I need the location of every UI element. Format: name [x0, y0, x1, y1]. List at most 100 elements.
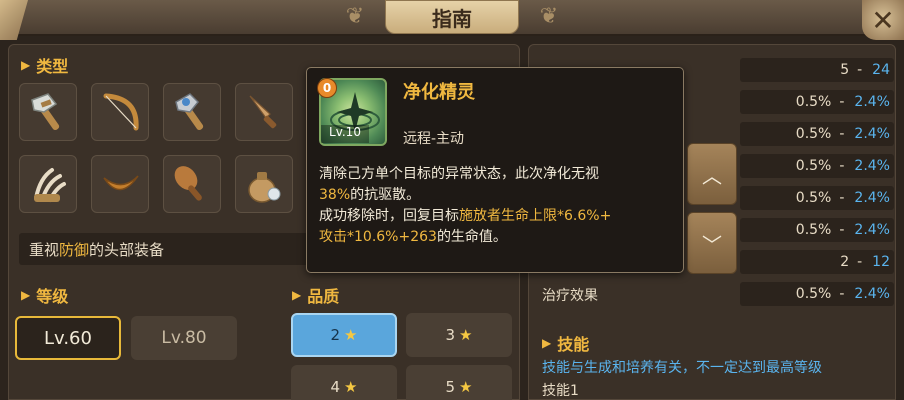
type-item-mace[interactable]: [163, 83, 221, 141]
skill-level: Lv.10: [321, 125, 369, 143]
desc-text: 的生命值。: [436, 229, 507, 245]
swirl-ornament-icon: ❦: [345, 4, 365, 29]
skills-section-header: ▶ 技能: [542, 331, 589, 355]
scroll-down-button[interactable]: ﹀: [687, 212, 737, 274]
type-item-club[interactable]: [163, 155, 221, 213]
stat-min: 2: [840, 254, 850, 270]
stat-min: 0.5%: [795, 190, 832, 206]
desc-text: 的抗驱散。: [350, 187, 421, 203]
skills-note: 技能与生成和培养有关，不一定达到最高等级: [542, 360, 822, 376]
stat-separator: -: [839, 94, 845, 110]
stat-range-1: 5-24: [740, 58, 894, 82]
star-icon: ★: [344, 326, 358, 344]
quality-label: 5: [445, 378, 456, 396]
mace-icon: [175, 93, 204, 131]
star-icon: ★: [459, 378, 473, 396]
stat-min: 0.5%: [795, 286, 832, 302]
triangle-icon: ▶: [292, 288, 302, 302]
type-item-claw[interactable]: [19, 155, 77, 213]
chevron-up-icon: ︿: [702, 163, 722, 188]
level-section-title: 等级: [36, 287, 69, 306]
close-icon: ✕: [871, 3, 895, 37]
quality-label: 4: [330, 378, 341, 396]
boomerang-icon: [103, 175, 139, 191]
stat-range-5: 0.5% -2.4%: [740, 186, 894, 210]
type-item-bag[interactable]: [235, 155, 293, 213]
hint-highlight: 防御: [59, 240, 90, 259]
stat-range-4: 0.5% -2.4%: [740, 154, 894, 178]
stat-max: 2.4%: [854, 158, 890, 174]
corner-ornament: [0, 0, 28, 40]
stat-range-3: 0.5% -2.4%: [740, 122, 894, 146]
star-icon: ★: [459, 326, 473, 344]
close-button[interactable]: ✕: [862, 0, 904, 40]
quality-option-2[interactable]: 2 ★: [291, 313, 397, 357]
triangle-icon: ▶: [21, 288, 31, 302]
stat-separator: -: [839, 126, 845, 142]
quality-option-3[interactable]: 3 ★: [406, 313, 512, 357]
club-icon: [174, 166, 202, 201]
stat-max: 2.4%: [854, 190, 890, 206]
stat-label-healing: 治疗效果: [542, 288, 598, 304]
level-option-60[interactable]: Lv.60: [15, 316, 121, 360]
type-item-boomerang[interactable]: [91, 155, 149, 213]
stat-min: 0.5%: [795, 126, 832, 142]
quality-section-title: 品质: [307, 287, 340, 306]
stat-max: 2.4%: [854, 94, 890, 110]
page-title: 指南: [432, 6, 472, 31]
quality-section-header: ▶ 品质: [292, 283, 339, 307]
star-icon: ★: [344, 378, 358, 396]
skill-kind: 远程-主动: [403, 131, 465, 147]
skills-section-title: 技能: [557, 335, 590, 354]
dagger-icon: [249, 95, 277, 129]
quality-label: 2: [330, 326, 341, 344]
quality-option-4[interactable]: 4 ★: [291, 365, 397, 400]
skill-description: 清除己方单个目标的异常状态，此次净化无视 38%的抗驱散。 成功移除时，回复目标…: [319, 164, 679, 248]
stone-hammer-icon: [31, 93, 60, 131]
chevron-down-icon: ﹀: [702, 232, 722, 257]
title-plaque: 指南: [385, 0, 519, 34]
bow-icon: [103, 93, 139, 131]
stat-min: 0.5%: [795, 94, 832, 110]
type-item-stone-hammer[interactable]: [19, 83, 77, 141]
desc-highlight: 攻击*10.6%+263: [319, 229, 437, 245]
skill-name: 净化精灵: [403, 82, 475, 103]
stat-range-6: 0.5% -2.4%: [740, 218, 894, 242]
claw-icon: [34, 168, 66, 202]
level-section-header: ▶ 等级: [21, 283, 68, 307]
skill-1-label[interactable]: 技能1: [542, 380, 579, 400]
triangle-icon: ▶: [21, 58, 31, 72]
type-item-dagger[interactable]: [235, 83, 293, 141]
stat-separator: -: [839, 286, 845, 302]
skill-tooltip: 0 Lv.10 净化精灵 远程-主动 清除己方单个目标的异常状态，此次净化无视 …: [306, 67, 684, 273]
desc-highlight: 38%: [319, 187, 351, 203]
stat-range-2: 0.5% -2.4%: [740, 90, 894, 114]
triangle-icon: ▶: [542, 336, 552, 350]
scroll-up-button[interactable]: ︿: [687, 143, 737, 205]
skill-badge: 0: [317, 78, 337, 98]
desc-highlight: 施放者生命上限*6.6%+: [459, 208, 612, 224]
type-grid: [19, 83, 293, 213]
quality-label: 3: [445, 326, 456, 344]
stat-range-8: 0.5% -2.4%: [740, 282, 894, 306]
stat-range-7: 2-12: [740, 250, 894, 274]
stat-separator: -: [857, 62, 863, 78]
swirl-ornament-icon: ❦: [539, 4, 559, 29]
desc-line: 清除己方单个目标的异常状态，此次净化无视: [319, 166, 599, 182]
stat-max: 12: [872, 254, 890, 270]
stat-separator: -: [839, 222, 845, 238]
type-section-header: ▶ 类型: [21, 53, 68, 77]
stat-separator: -: [857, 254, 863, 270]
hint-text: 重视: [29, 240, 60, 259]
stat-separator: -: [839, 190, 845, 206]
stat-max: 2.4%: [854, 222, 890, 238]
stat-max: 2.4%: [854, 286, 890, 302]
stat-separator: -: [839, 158, 845, 174]
level-option-80[interactable]: Lv.80: [131, 316, 237, 360]
type-item-bow[interactable]: [91, 83, 149, 141]
quality-option-5[interactable]: 5 ★: [406, 365, 512, 400]
type-section-title: 类型: [36, 57, 69, 76]
stat-max: 2.4%: [854, 126, 890, 142]
hint-text: 的头部装备: [89, 240, 165, 259]
stat-min: 5: [840, 62, 850, 78]
